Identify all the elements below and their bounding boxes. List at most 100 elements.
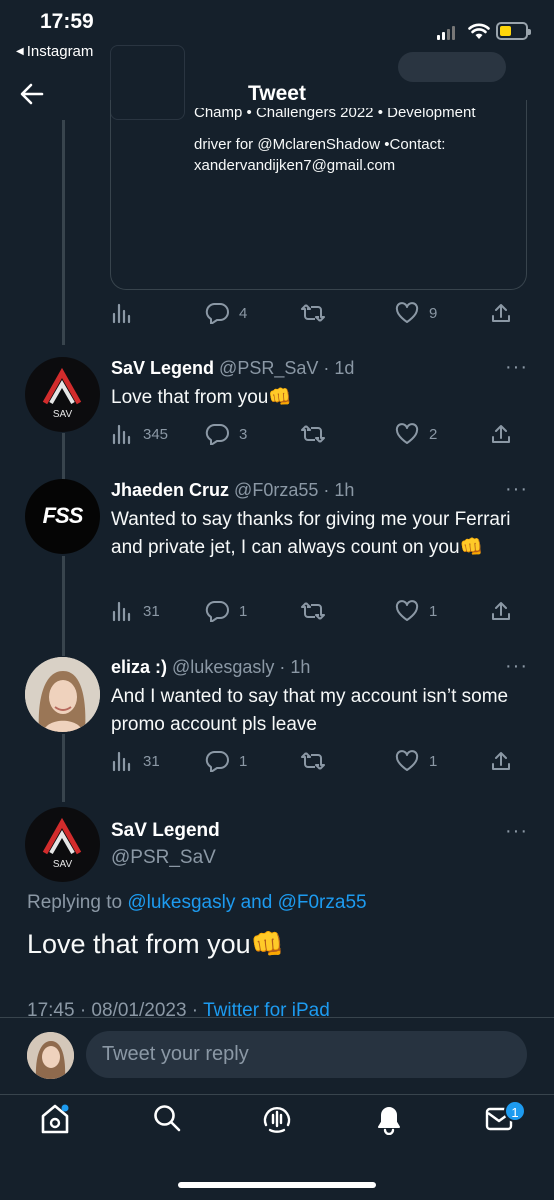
replying-prefix: Replying to	[27, 892, 123, 913]
more-icon[interactable]: ···	[505, 356, 528, 379]
avatar[interactable]: SAV	[25, 357, 100, 432]
bio-line-clipped: Champ • Challengers 2022 • Development	[194, 108, 476, 121]
tweet-author[interactable]: eliza :) @lukesgasly · 1h	[111, 657, 310, 678]
views-icon	[112, 751, 131, 772]
back-to-app-link[interactable]: ◀ Instagram	[16, 43, 93, 60]
share-icon	[492, 602, 510, 620]
like-button[interactable]: 2	[395, 423, 437, 445]
avatar[interactable]	[25, 657, 100, 732]
main-handle[interactable]: @PSR_SaV	[111, 847, 216, 869]
share-button[interactable]	[490, 600, 512, 622]
user-photo-icon	[27, 1032, 74, 1079]
tweet-text: Wanted to say thanks for giving me your …	[111, 509, 511, 558]
reply-icon	[205, 303, 229, 324]
retweet-icon	[301, 602, 325, 620]
back-triangle-icon: ◀	[16, 46, 24, 57]
display-name: SaV Legend	[111, 820, 220, 841]
like-count: 1	[429, 752, 438, 770]
reply-button[interactable]: 1	[205, 600, 247, 622]
retweet-button[interactable]	[301, 423, 325, 445]
more-icon[interactable]: ···	[505, 478, 528, 501]
back-app-label: Instagram	[26, 43, 94, 60]
more-icon[interactable]: ···	[505, 820, 528, 843]
svg-text:SAV: SAV	[53, 409, 73, 420]
share-button[interactable]	[490, 750, 512, 772]
bio-line-2: driver for @MclarenShadow •Contact:	[194, 136, 446, 153]
reply-count: 1	[239, 752, 248, 770]
retweet-button[interactable]	[301, 600, 325, 622]
like-button[interactable]: 1	[395, 750, 437, 772]
retweet-button[interactable]	[301, 750, 325, 772]
tweet-timestamp: 17:45 · 08/01/2023 · Twitter for iPad	[27, 1000, 527, 1018]
share-icon	[492, 304, 510, 322]
like-button[interactable]: 9	[395, 302, 437, 324]
display-name: Jhaeden Cruz	[111, 480, 230, 500]
tweet-author[interactable]: Jhaeden Cruz @F0rza55 · 1h	[111, 480, 354, 501]
like-count: 9	[429, 304, 438, 322]
views-button[interactable]: 345	[111, 423, 168, 445]
fss-logo-icon: FSS	[43, 503, 85, 528]
reply-icon	[205, 751, 229, 772]
svg-text:SAV: SAV	[53, 859, 73, 870]
reply-button[interactable]: 4	[205, 302, 247, 324]
reply-icon	[205, 601, 229, 622]
wifi-icon	[468, 23, 490, 39]
home-indicator[interactable]	[178, 1182, 376, 1188]
cellular-signal-icon	[437, 25, 455, 40]
more-icon[interactable]: ···	[505, 655, 528, 678]
retweet-button[interactable]	[301, 302, 325, 324]
views-count: 31	[143, 752, 160, 770]
views-count: 31	[143, 602, 160, 620]
share-button[interactable]	[490, 423, 512, 445]
bio-line-3: xandervandijken7@gmail.com	[194, 157, 396, 174]
like-count: 2	[429, 425, 438, 443]
thread-line	[62, 556, 65, 656]
share-button[interactable]	[490, 302, 512, 324]
timestamp: 17:45 · 08/01/2023 ·	[27, 1000, 204, 1018]
views-button[interactable]: 31	[111, 750, 160, 772]
display-name: SaV Legend	[111, 358, 215, 378]
thread-line	[62, 734, 65, 802]
retweet-icon	[301, 304, 325, 322]
main-tweet-text: Love that from you👊	[27, 929, 285, 959]
spaces-icon[interactable]	[262, 1103, 292, 1135]
reply-input[interactable]: Tweet your reply	[86, 1031, 527, 1078]
user-photo-icon	[25, 657, 100, 732]
share-icon	[492, 425, 510, 443]
reply-count: 1	[239, 602, 248, 620]
replying-users-link[interactable]: @lukesgasly and @F0rza55	[127, 892, 366, 913]
handle-time: @F0rza55 · 1h	[234, 480, 355, 500]
notifications-icon[interactable]	[374, 1103, 404, 1135]
thread-line	[62, 120, 65, 345]
reply-count: 4	[239, 304, 248, 322]
reply-button[interactable]: 1	[205, 750, 247, 772]
avatar[interactable]: SAV	[25, 807, 100, 882]
views-button[interactable]	[111, 302, 133, 324]
retweet-icon	[301, 752, 325, 770]
svg-text:FSS: FSS	[43, 503, 84, 528]
views-button[interactable]: 31	[111, 600, 160, 622]
home-icon[interactable]	[40, 1103, 70, 1135]
client-link[interactable]: Twitter for iPad	[203, 1000, 330, 1018]
sav-logo-icon: SAV	[42, 817, 82, 870]
display-name: eliza :)	[111, 657, 168, 677]
messages-badge: 1	[504, 1100, 526, 1122]
search-icon[interactable]	[152, 1103, 182, 1133]
tweet-text: Love that from you👊	[111, 387, 293, 408]
quoted-profile-card[interactable]	[110, 100, 527, 290]
replying-to: Replying to @lukesgasly and @F0rza55	[27, 892, 367, 914]
tweet-text: And I wanted to say that my account isn’…	[111, 686, 509, 735]
like-button[interactable]: 1	[395, 600, 437, 622]
main-display-name[interactable]: SaV Legend	[111, 820, 220, 842]
like-icon	[395, 302, 419, 323]
tweet-author[interactable]: SaV Legend @PSR_SaV · 1d	[111, 358, 354, 379]
avatar[interactable]: FSS	[25, 479, 100, 554]
views-icon	[112, 303, 131, 324]
views-icon	[112, 601, 131, 622]
handle-time: @PSR_SaV · 1d	[219, 358, 355, 378]
share-icon	[492, 752, 510, 770]
reply-icon	[205, 424, 229, 445]
my-avatar	[27, 1032, 74, 1079]
divider	[0, 1094, 554, 1095]
reply-button[interactable]: 3	[205, 423, 247, 445]
